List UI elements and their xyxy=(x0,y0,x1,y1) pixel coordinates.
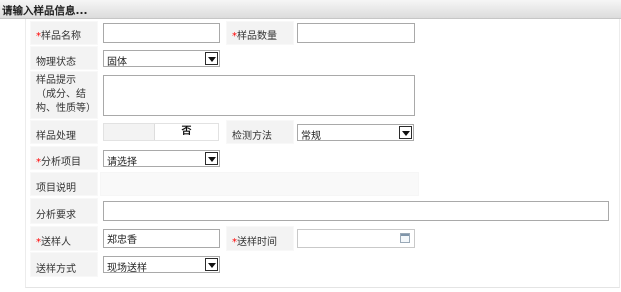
form-header: 请输入样品信息... xyxy=(0,0,621,19)
sender-label-cell: *送样人 xyxy=(30,226,98,251)
sample-hint-textarea[interactable] xyxy=(103,75,415,116)
item-desc-label-cell: 项目说明 xyxy=(30,172,98,196)
sample-handling-label: 样品处理 xyxy=(36,131,76,142)
sample-hint-label: 样品提示（成分、结构、性质等） xyxy=(36,75,96,114)
sample-qty-label: *样品数量 xyxy=(232,27,277,42)
analysis-item-label-text: 分析项目 xyxy=(41,157,81,168)
item-desc-label: 项目说明 xyxy=(36,183,76,194)
test-method-value: 常规 xyxy=(301,131,321,142)
analysis-req-label-cell: 分析要求 xyxy=(30,198,98,224)
analysis-item-select[interactable]: 请选择 xyxy=(103,150,220,168)
calendar-icon[interactable] xyxy=(400,233,410,243)
send-time-label-text: 送样时间 xyxy=(237,237,277,248)
test-method-label: 检测方法 xyxy=(232,131,272,142)
sample-handling-value: 否 xyxy=(154,124,218,140)
physical-state-value: 固体 xyxy=(107,57,127,68)
item-desc-value xyxy=(100,172,419,196)
physical-state-select[interactable]: 固体 xyxy=(103,50,220,68)
sample-name-label-cell: *样品名称 xyxy=(30,21,98,45)
chevron-down-icon[interactable] xyxy=(205,152,218,165)
sample-qty-label-text: 样品数量 xyxy=(237,31,277,42)
physical-state-label: 物理状态 xyxy=(36,57,76,68)
sender-label-text: 送样人 xyxy=(41,237,71,248)
sample-qty-input[interactable] xyxy=(297,23,415,43)
sender-input[interactable] xyxy=(103,229,220,248)
sample-name-label-text: 样品名称 xyxy=(41,31,81,42)
send-method-select[interactable]: 现场送样 xyxy=(103,256,220,274)
chevron-down-icon[interactable] xyxy=(205,258,218,271)
test-method-label-cell: 检测方法 xyxy=(226,120,294,144)
test-method-select[interactable]: 常规 xyxy=(297,124,414,142)
analysis-req-label: 分析要求 xyxy=(36,210,76,221)
analysis-req-input[interactable] xyxy=(103,201,609,221)
send-time-label: *送样时间 xyxy=(232,233,277,248)
send-time-label-cell: *送样时间 xyxy=(226,226,294,251)
send-method-label: 送样方式 xyxy=(36,264,76,275)
sample-handling-toggle[interactable]: 否 xyxy=(103,123,219,141)
sample-handling-label-cell: 样品处理 xyxy=(30,120,98,144)
sample-qty-label-cell: *样品数量 xyxy=(226,21,294,45)
form-title: 请输入样品信息... xyxy=(2,5,88,17)
sample-name-label: *样品名称 xyxy=(36,27,81,42)
send-time-input[interactable] xyxy=(297,229,415,248)
sample-hint-label-cell: 样品提示（成分、结构、性质等） xyxy=(30,71,98,119)
send-method-value: 现场送样 xyxy=(107,263,147,274)
sample-name-input[interactable] xyxy=(103,23,220,43)
analysis-item-label: *分析项目 xyxy=(36,153,81,168)
sender-label: *送样人 xyxy=(36,233,71,248)
send-method-label-cell: 送样方式 xyxy=(30,252,98,277)
chevron-down-icon[interactable] xyxy=(205,52,218,65)
analysis-item-value: 请选择 xyxy=(107,157,137,168)
physical-state-label-cell: 物理状态 xyxy=(30,46,98,70)
analysis-item-label-cell: *分析项目 xyxy=(30,146,98,170)
chevron-down-icon[interactable] xyxy=(399,126,412,139)
